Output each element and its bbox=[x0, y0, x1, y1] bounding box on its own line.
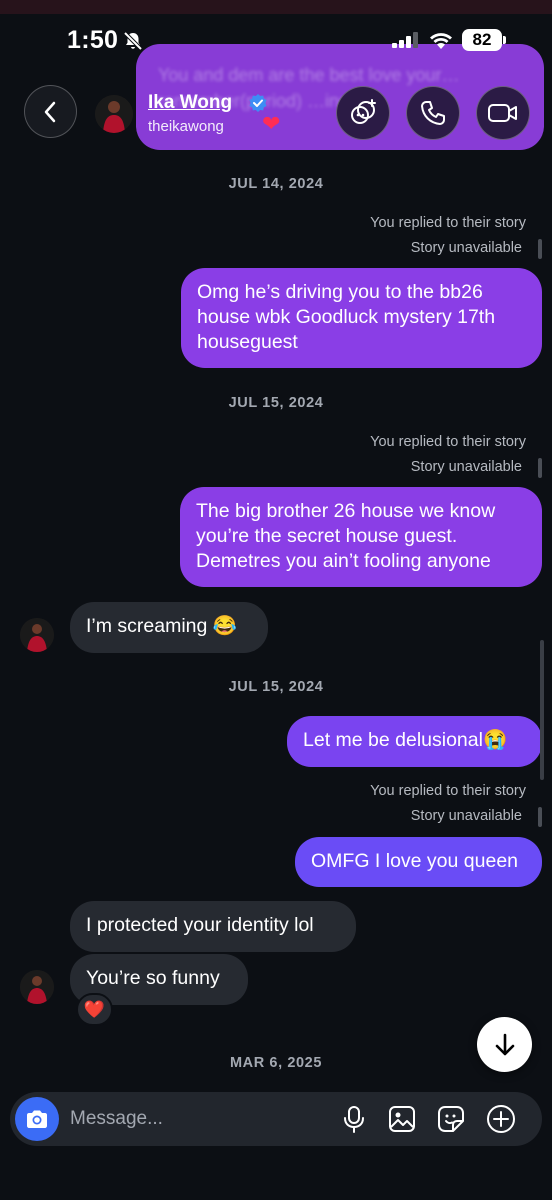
story-reply-note: You replied to their story bbox=[370, 783, 526, 799]
status-time: 1:50 bbox=[67, 26, 119, 54]
story-unavailable-label[interactable]: Story unavailable bbox=[411, 240, 522, 256]
story-reply-bar bbox=[538, 458, 542, 478]
sticker-icon bbox=[438, 1106, 464, 1132]
scroll-to-bottom-button[interactable] bbox=[477, 1017, 532, 1072]
story-reply-note: You replied to their story bbox=[370, 434, 526, 450]
effects-icon bbox=[351, 99, 376, 124]
battery-nub bbox=[503, 36, 506, 44]
story-unavailable-label[interactable]: Story unavailable bbox=[411, 459, 522, 475]
plus-icon bbox=[487, 1105, 515, 1133]
status-bar: 1:50 82 bbox=[0, 0, 552, 80]
date-separator: JUL 14, 2024 bbox=[228, 176, 324, 192]
message-composer bbox=[10, 1092, 542, 1146]
voice-message-button[interactable] bbox=[338, 1103, 370, 1135]
contact-avatar-small[interactable] bbox=[20, 618, 54, 652]
cellular-signal-icon bbox=[392, 32, 418, 48]
heart-reaction[interactable]: ❤️ bbox=[76, 993, 113, 1026]
incoming-message[interactable]: I’m screaming 😂 bbox=[70, 602, 268, 653]
more-options-button[interactable] bbox=[485, 1103, 517, 1135]
video-call-button[interactable] bbox=[476, 86, 530, 140]
chat-header: Ika Wong theikawong ❤ bbox=[0, 80, 552, 150]
contact-name[interactable]: Ika Wong bbox=[148, 92, 232, 114]
contact-handle[interactable]: theikawong bbox=[148, 118, 224, 135]
wifi-icon bbox=[430, 33, 452, 49]
camera-button[interactable] bbox=[15, 1097, 59, 1141]
video-icon bbox=[488, 104, 517, 122]
sticker-button[interactable] bbox=[435, 1103, 467, 1135]
story-reply-bar bbox=[538, 239, 542, 259]
outgoing-message[interactable]: Let me be delusional😭 bbox=[287, 716, 542, 767]
contact-avatar[interactable] bbox=[95, 95, 133, 133]
arrow-down-icon bbox=[495, 1033, 514, 1055]
scroll-indicator[interactable] bbox=[540, 640, 544, 780]
message-input[interactable] bbox=[70, 1105, 330, 1133]
date-separator: MAR 6, 2025 bbox=[229, 1055, 323, 1071]
camera-icon bbox=[27, 1110, 47, 1128]
verified-badge-icon bbox=[249, 94, 267, 112]
phone-icon bbox=[421, 101, 445, 125]
date-separator: JUL 15, 2024 bbox=[228, 395, 324, 411]
silent-bell-icon bbox=[123, 31, 143, 51]
outgoing-message[interactable]: The big brother 26 house we know you’re … bbox=[180, 487, 542, 587]
effects-button[interactable] bbox=[336, 86, 390, 140]
gallery-button[interactable] bbox=[386, 1103, 418, 1135]
outgoing-message[interactable]: Omg he’s driving you to the bb26 house w… bbox=[181, 268, 542, 368]
incoming-message[interactable]: I protected your identity lol bbox=[70, 901, 356, 952]
back-button[interactable] bbox=[24, 85, 77, 138]
heart-emoji-behind: ❤ bbox=[262, 111, 281, 136]
call-button[interactable] bbox=[406, 86, 460, 140]
contact-avatar-small[interactable] bbox=[20, 970, 54, 1004]
story-reply-bar bbox=[538, 807, 542, 827]
outgoing-message[interactable]: OMFG I love you queen bbox=[295, 837, 542, 887]
date-separator: JUL 15, 2024 bbox=[228, 679, 324, 695]
microphone-icon bbox=[344, 1106, 364, 1133]
story-reply-note: You replied to their story bbox=[370, 215, 526, 231]
battery-level: 82 bbox=[462, 29, 502, 51]
reaction-emoji: ❤️ bbox=[83, 999, 106, 1019]
back-icon bbox=[44, 101, 55, 122]
gallery-icon bbox=[389, 1106, 415, 1132]
home-indicator-area bbox=[0, 1160, 552, 1200]
story-unavailable-label[interactable]: Story unavailable bbox=[411, 808, 522, 824]
